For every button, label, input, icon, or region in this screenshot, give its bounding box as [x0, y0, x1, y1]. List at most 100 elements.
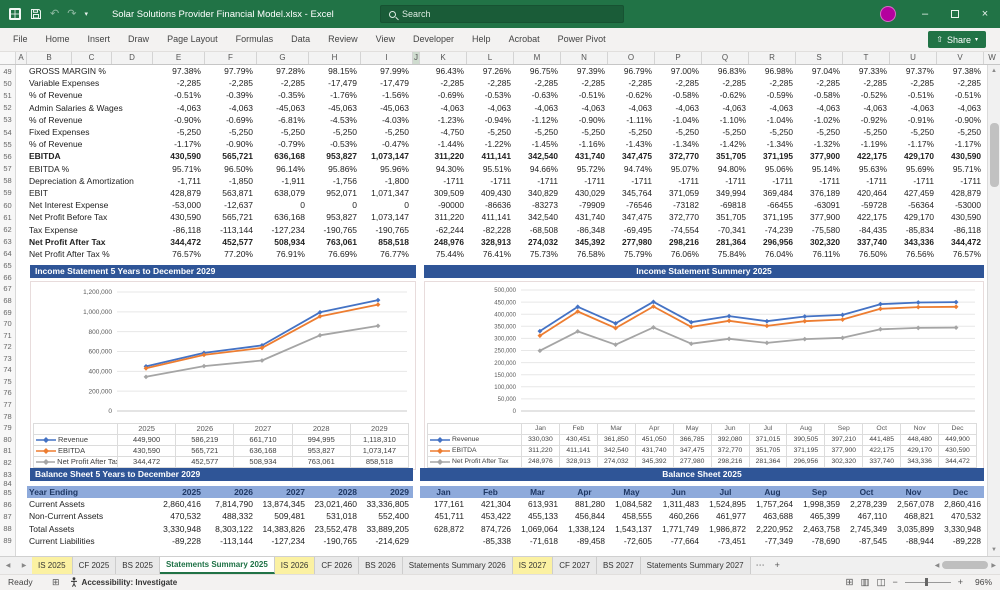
row-header[interactable]: 60	[0, 199, 16, 212]
cell[interactable]: -2,285	[420, 77, 467, 89]
page-break-view-icon[interactable]: ◫	[876, 577, 885, 588]
column-header-q[interactable]: Q	[702, 52, 749, 64]
cell[interactable]: -1.32%	[796, 138, 843, 150]
vertical-scrollbar[interactable]: ▲ ▼	[987, 65, 1000, 556]
cell[interactable]	[16, 150, 27, 162]
cell[interactable]: 98.15%	[309, 65, 361, 77]
cell[interactable]: -86,118	[153, 223, 205, 235]
cell[interactable]: -88,944	[890, 535, 937, 547]
cell[interactable]: -0.51%	[937, 89, 984, 101]
cell[interactable]	[413, 236, 420, 248]
cell[interactable]: 430,590	[153, 211, 205, 223]
cell[interactable]: Sep	[796, 486, 843, 499]
cell[interactable]: -113,144	[205, 223, 257, 235]
cell[interactable]: -79909	[561, 199, 608, 211]
cell[interactable]: -87,545	[843, 535, 890, 547]
cell[interactable]: 97.79%	[205, 65, 257, 77]
cell[interactable]: 23,021,460	[309, 498, 361, 510]
cell[interactable]: 2,745,349	[843, 523, 890, 535]
income-statement-5yr-chart[interactable]: Income Statement 5 Years to December 202…	[30, 265, 416, 470]
cell[interactable]	[413, 163, 420, 175]
cell[interactable]: 411,141	[467, 211, 514, 223]
cell[interactable]: 953,827	[309, 211, 361, 223]
cell[interactable]: 2,278,239	[843, 498, 890, 510]
cell[interactable]: -59728	[843, 199, 890, 211]
cell[interactable]	[413, 175, 420, 187]
row-header[interactable]: 55	[0, 138, 16, 151]
cell[interactable]: Net Profit After Tax %	[27, 248, 153, 260]
cell[interactable]: 76.56%	[890, 248, 937, 260]
cell[interactable]: -1.43%	[608, 138, 655, 150]
minimize-button[interactable]: –	[910, 0, 940, 28]
sheet-nav-left-icon[interactable]: ◀	[0, 557, 16, 574]
cell[interactable]: -0.52%	[843, 89, 890, 101]
cell[interactable]: 1,073,147	[361, 211, 413, 223]
cell[interactable]	[16, 77, 27, 89]
row-header[interactable]: 71	[0, 329, 15, 341]
normal-view-icon[interactable]: ⊞	[846, 577, 854, 588]
cell[interactable]: -5,250	[655, 126, 702, 138]
cell[interactable]	[413, 77, 420, 89]
cell[interactable]: EBITDA	[27, 150, 153, 162]
cell[interactable]: 76.69%	[309, 248, 361, 260]
cell[interactable]: 465,399	[796, 510, 843, 522]
cell[interactable]: 461,977	[702, 510, 749, 522]
cell[interactable]: -214,629	[361, 535, 413, 547]
cell[interactable]: 95.51%	[467, 163, 514, 175]
cell[interactable]: -45,063	[257, 102, 309, 114]
cell[interactable]: 2029	[361, 486, 413, 499]
cell[interactable]: 420,464	[843, 187, 890, 199]
cell[interactable]	[413, 223, 420, 235]
cell[interactable]: -56364	[890, 199, 937, 211]
row-header[interactable]: 62	[0, 223, 16, 236]
cell[interactable]: 96.75%	[514, 65, 561, 77]
cell[interactable]: 509,481	[257, 510, 309, 522]
cell[interactable]: -0.69%	[205, 114, 257, 126]
cell[interactable]	[413, 150, 420, 162]
cell[interactable]: -1711	[655, 175, 702, 187]
cell[interactable]: -45,063	[361, 102, 413, 114]
cell[interactable]: -2,285	[890, 77, 937, 89]
cell[interactable]: 95.14%	[796, 163, 843, 175]
row-header[interactable]: 68	[0, 295, 15, 307]
cell[interactable]: -1,800	[361, 175, 413, 187]
cell[interactable]: 14,383,826	[257, 523, 309, 535]
cell[interactable]: 95.07%	[655, 163, 702, 175]
cell[interactable]: 2028	[309, 486, 361, 499]
cell[interactable]: -53000	[937, 199, 984, 211]
cell[interactable]: -1.04%	[655, 114, 702, 126]
cell[interactable]: 638,079	[257, 187, 309, 199]
cell[interactable]: -1711	[561, 175, 608, 187]
row-header[interactable]: 64	[0, 247, 16, 260]
cell[interactable]: 76.57%	[153, 248, 205, 260]
cell[interactable]: 351,705	[702, 150, 749, 162]
cell[interactable]: -1.34%	[655, 138, 702, 150]
cell[interactable]: 95.71%	[153, 163, 205, 175]
cell[interactable]: Oct	[843, 486, 890, 499]
cell[interactable]: -0.51%	[561, 89, 608, 101]
cell[interactable]: 302,320	[796, 236, 843, 248]
cell[interactable]: Tax Expense	[27, 223, 153, 235]
row-header[interactable]: 78	[0, 410, 15, 422]
cell[interactable]: 1,543,137	[608, 523, 655, 535]
cell[interactable]: 1,071,347	[361, 187, 413, 199]
cell[interactable]: 97.26%	[467, 65, 514, 77]
cell[interactable]: -53,000	[153, 199, 205, 211]
cell[interactable]: 430,590	[153, 150, 205, 162]
column-header-n[interactable]: N	[561, 52, 608, 64]
cell[interactable]: -5,250	[561, 126, 608, 138]
cell[interactable]: -1.04%	[749, 114, 796, 126]
cell[interactable]: 274,032	[514, 236, 561, 248]
cell[interactable]: 97.99%	[361, 65, 413, 77]
cell[interactable]	[16, 510, 27, 522]
cell[interactable]	[16, 126, 27, 138]
cell[interactable]: -72,605	[608, 535, 655, 547]
column-header-i[interactable]: I	[361, 52, 413, 64]
menu-tab-draw[interactable]: Draw	[119, 28, 158, 51]
cell[interactable]	[16, 498, 27, 510]
cell[interactable]	[16, 523, 27, 535]
zoom-slider-thumb[interactable]	[924, 578, 928, 587]
cell[interactable]: 2,220,952	[749, 523, 796, 535]
cell[interactable]: -45,063	[309, 102, 361, 114]
cell[interactable]: -73182	[655, 199, 702, 211]
